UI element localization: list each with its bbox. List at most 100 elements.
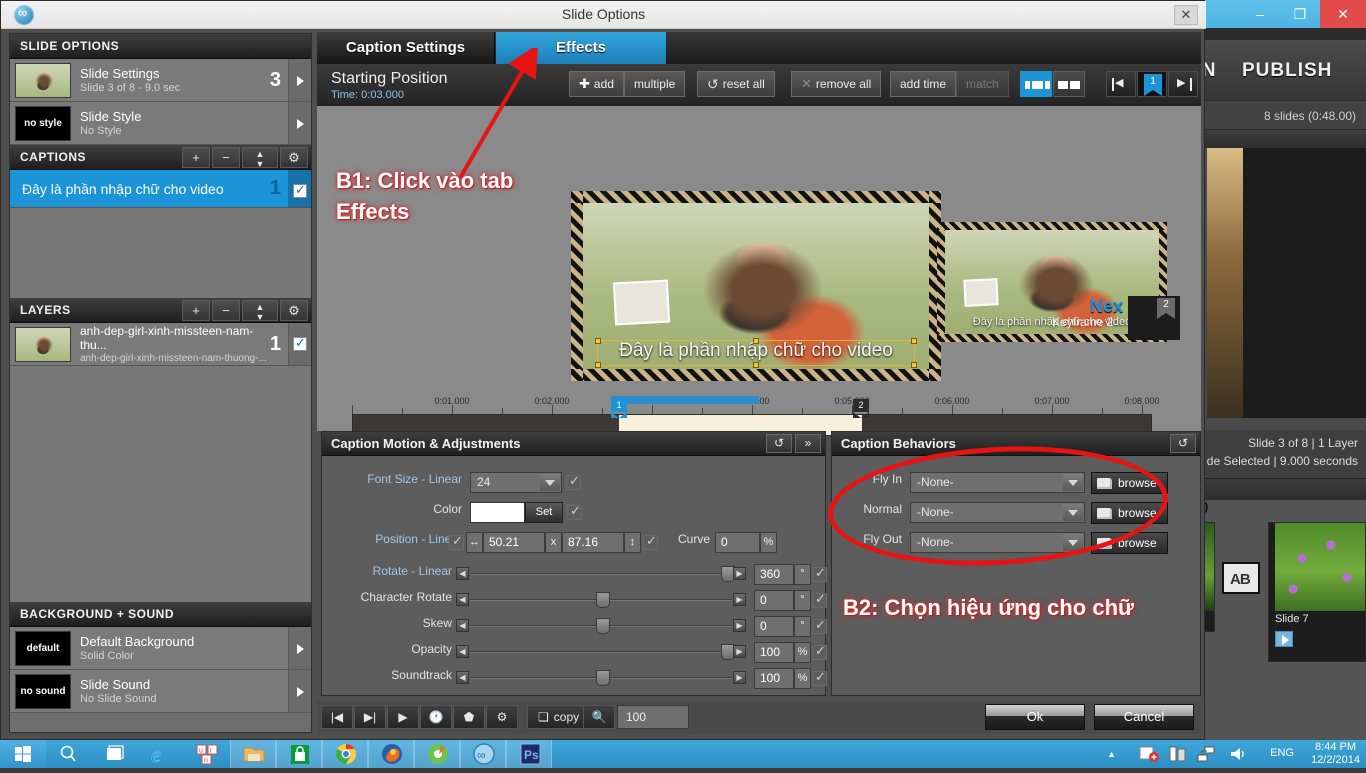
opacity-slider-right-arrow[interactable]: ▶ bbox=[733, 645, 746, 658]
firefox-icon[interactable] bbox=[368, 740, 414, 768]
minimize-button[interactable]: – bbox=[1240, 0, 1280, 28]
maximize-button[interactable]: ❐ bbox=[1280, 0, 1320, 28]
color-checkbox[interactable] bbox=[567, 503, 582, 520]
proshow-producer-icon[interactable] bbox=[414, 740, 460, 768]
soundtrack-value[interactable]: 100 bbox=[754, 668, 794, 689]
skew-checkbox[interactable] bbox=[812, 617, 827, 634]
add-keyframe-button[interactable]: add bbox=[569, 71, 624, 97]
keyframe-2-box[interactable]: 2 bbox=[1128, 296, 1180, 340]
dialog-close-button[interactable]: ✕ bbox=[1174, 5, 1198, 25]
current-keyframe-indicator[interactable]: 1 bbox=[1137, 71, 1167, 97]
network-icon[interactable] bbox=[1196, 745, 1216, 763]
character-rotate-checkbox[interactable] bbox=[812, 591, 827, 608]
character-rotate-slider-knob[interactable] bbox=[596, 592, 610, 608]
caption-handle-br[interactable] bbox=[911, 361, 918, 368]
remove-caption-button[interactable]: − bbox=[212, 147, 240, 168]
default-background-arrow-icon[interactable] bbox=[288, 627, 311, 669]
position-checkbox[interactable] bbox=[643, 533, 658, 550]
previous-slide-button[interactable]: |◀ bbox=[321, 705, 353, 729]
view-mode-dual-button[interactable] bbox=[1053, 71, 1085, 97]
position-y-input[interactable]: 87.16 bbox=[562, 532, 624, 553]
caption-motion-expand-button[interactable]: » bbox=[795, 434, 821, 453]
transition-badge[interactable]: AB bbox=[1222, 562, 1260, 594]
soundtrack-slider[interactable]: ◀ ▶ bbox=[456, 670, 746, 686]
caption-motion-reset-button[interactable]: ↺ bbox=[766, 434, 792, 453]
slide-style-arrow-icon[interactable] bbox=[288, 102, 311, 144]
character-rotate-slider-left-arrow[interactable]: ◀ bbox=[456, 593, 469, 606]
store-icon[interactable] bbox=[276, 740, 322, 768]
file-explorer-icon[interactable] bbox=[230, 740, 276, 768]
soundtrack-slider-knob[interactable] bbox=[596, 670, 610, 686]
timing-clock-icon[interactable]: 🕐 bbox=[420, 705, 452, 729]
caption-list-item[interactable]: Đây là phần nhập chữ cho video 1 bbox=[10, 170, 311, 208]
soundtrack-checkbox[interactable] bbox=[812, 669, 827, 686]
search-icon[interactable] bbox=[46, 740, 92, 768]
volume-icon[interactable] bbox=[1228, 745, 1248, 763]
add-caption-button[interactable]: + bbox=[182, 147, 210, 168]
photoshop-icon[interactable]: Ps bbox=[506, 740, 552, 768]
sidebar-item-default-background[interactable]: default Default Background Solid Color bbox=[10, 627, 311, 670]
color-set-button[interactable]: Set bbox=[525, 502, 563, 523]
zoom-input[interactable]: 100 bbox=[617, 705, 689, 729]
opacity-slider-left-arrow[interactable]: ◀ bbox=[456, 645, 469, 658]
add-layer-button[interactable]: + bbox=[182, 300, 210, 321]
multiple-keyframe-button[interactable]: multiple bbox=[623, 71, 686, 97]
previous-keyframe-button[interactable] bbox=[1106, 71, 1136, 97]
layer-item-checkbox[interactable] bbox=[288, 323, 311, 365]
skew-slider-left-arrow[interactable]: ◀ bbox=[456, 619, 469, 632]
soundtrack-slider-left-arrow[interactable]: ◀ bbox=[456, 671, 469, 684]
chevron-down-icon[interactable] bbox=[540, 474, 560, 491]
sidebar-item-slide-style[interactable]: no style Slide Style No Style bbox=[10, 102, 311, 145]
antivirus-icon[interactable] bbox=[1139, 745, 1161, 763]
view-mode-split-button[interactable] bbox=[1020, 71, 1052, 97]
opacity-slider[interactable]: ◀ ▶ bbox=[456, 644, 746, 660]
skew-slider-knob[interactable] bbox=[596, 618, 610, 634]
next-keyframe-button[interactable] bbox=[1168, 71, 1198, 97]
language-indicator[interactable]: ENG bbox=[1270, 747, 1294, 759]
skew-value[interactable]: 0 bbox=[754, 616, 794, 637]
shield-icon[interactable]: ⬟ bbox=[453, 705, 485, 729]
close-window-button[interactable]: ✕ bbox=[1320, 0, 1366, 28]
proshow-icon[interactable]: ∞ bbox=[460, 740, 506, 768]
caption-handle-bl[interactable] bbox=[594, 361, 601, 368]
color-swatch[interactable] bbox=[470, 502, 525, 523]
usb-device-icon[interactable] bbox=[1168, 745, 1188, 763]
slide-preview-large[interactable]: Đây là phần nhập chữ cho video bbox=[571, 191, 941, 381]
sidebar-item-slide-settings[interactable]: Slide Settings Slide 3 of 8 - 9.0 sec 3 bbox=[10, 59, 311, 102]
caption-handle-tc[interactable] bbox=[753, 337, 759, 344]
position-x-input[interactable]: 50.21 bbox=[483, 532, 545, 553]
play-button[interactable]: ▶ bbox=[387, 705, 419, 729]
slide-sound-arrow-icon[interactable] bbox=[288, 670, 311, 712]
chrome-icon[interactable] bbox=[322, 740, 368, 768]
reorder-layer-button[interactable]: ▲ ▼ bbox=[242, 300, 278, 322]
caption-behaviors-reset-button[interactable]: ↺ bbox=[1170, 434, 1196, 453]
ribbon-tab-publish[interactable]: PUBLISH bbox=[1242, 60, 1332, 82]
slide-settings-arrow-icon[interactable] bbox=[288, 59, 311, 101]
clock[interactable]: 8:44 PM 12/2/2014 bbox=[1311, 741, 1360, 767]
remove-layer-button[interactable]: − bbox=[212, 300, 240, 321]
caption-item-checkbox[interactable] bbox=[288, 170, 311, 207]
windows-start-icon[interactable] bbox=[0, 740, 46, 768]
soundtrack-slider-right-arrow[interactable]: ▶ bbox=[733, 671, 746, 684]
curve-input[interactable]: 0 bbox=[715, 532, 760, 553]
remove-all-button[interactable]: remove all bbox=[791, 71, 882, 97]
font-size-checkbox[interactable] bbox=[566, 473, 581, 490]
slide-thumb-7[interactable]: Slide 7 bbox=[1268, 522, 1366, 662]
character-rotate-slider-right-arrow[interactable]: ▶ bbox=[733, 593, 746, 606]
keyframe-marker-2[interactable]: 2 bbox=[853, 399, 869, 418]
magnifier-icon[interactable]: 🔍 bbox=[583, 705, 615, 729]
ok-button[interactable]: Ok bbox=[985, 704, 1085, 730]
skew-slider-right-arrow[interactable]: ▶ bbox=[733, 619, 746, 632]
layer-list-item[interactable]: anh-dep-girl-xinh-missteen-nam-thu... an… bbox=[10, 323, 311, 366]
position-enable-checkbox[interactable] bbox=[449, 533, 464, 550]
caption-selection-box[interactable] bbox=[594, 337, 918, 368]
copy-button[interactable]: ❏ copy bbox=[527, 705, 591, 729]
settings-gear-icon[interactable]: ⚙ bbox=[486, 705, 518, 729]
tray-expand-icon[interactable]: ▲ bbox=[1107, 749, 1116, 759]
rotate-slider-left-arrow[interactable]: ◀ bbox=[456, 567, 469, 580]
skew-slider[interactable]: ◀ ▶ bbox=[456, 618, 746, 634]
font-size-select[interactable]: 24 bbox=[470, 472, 562, 493]
opacity-checkbox[interactable] bbox=[812, 643, 827, 660]
reorder-caption-button[interactable]: ▲ ▼ bbox=[242, 147, 278, 169]
caption-handle-tl[interactable] bbox=[594, 337, 601, 344]
